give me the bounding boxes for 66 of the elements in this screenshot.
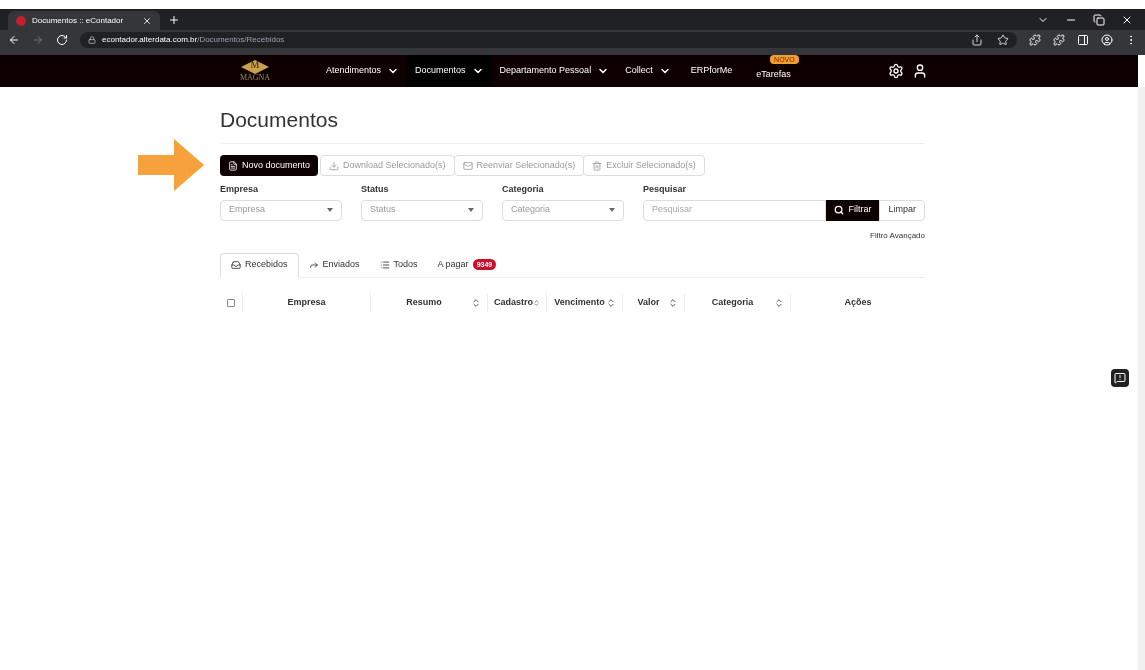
back-icon[interactable] [8,34,20,46]
column-header[interactable]: Ações [797,295,919,310]
trash-icon [592,160,603,171]
caret-icon [327,208,333,212]
list-icon [379,259,390,270]
nav-item[interactable]: Collect [617,55,679,87]
settings-icon[interactable] [888,63,904,79]
search-field[interactable]: Pesquisar [643,199,827,221]
tab-title: Documentos :: eContador [32,14,125,27]
nav-item[interactable]: Atendimentos [318,55,408,87]
side-panel-icon[interactable] [1077,34,1089,46]
tab[interactable]: Todos [369,252,428,277]
tab[interactable]: Enviados [298,252,370,277]
address-bar[interactable]: econtador.alterdata.com.br/Documentos/Recebidos [80,32,1017,48]
nav-item[interactable]: Departamento Pessoal [491,55,618,87]
column-header[interactable]: Resumo [377,295,471,310]
feedback-button[interactable] [1111,369,1129,387]
download-icon [329,160,340,171]
close-icon[interactable] [1121,14,1133,26]
browser-tab[interactable]: Documentos :: eContador [8,11,160,30]
close-icon[interactable] [142,15,152,26]
column-header[interactable]: Vencimento [553,295,606,310]
nav-item[interactable]: Documentos [407,55,492,87]
restore-icon[interactable] [1093,14,1105,26]
favicon-icon [16,15,26,26]
column-header[interactable]: Cadastro [494,295,533,310]
user-icon[interactable] [912,63,928,79]
select-all-checkbox[interactable] [227,298,235,307]
new-document-button[interactable]: Novo documento [220,155,319,176]
clear-button[interactable]: Limpar [879,199,925,221]
filter-label: Empresa [220,183,260,196]
envelope-icon [462,160,473,171]
search-icon [834,205,845,215]
sort-icon[interactable] [606,297,616,308]
tab[interactable]: Recebidos [220,252,299,278]
filter-button[interactable]: Filtrar [826,199,880,221]
column-header[interactable]: Empresa [249,295,364,310]
url-text: econtador.alterdata.com.br/Documentos/Recebidos [102,34,285,46]
filter-label: Categoria [502,183,545,196]
reload-icon[interactable] [56,34,68,46]
caret-icon [468,208,474,212]
bookmark-icon[interactable] [997,34,1009,46]
page-title: Documentos [220,107,339,133]
caret-icon [609,208,615,212]
column-header[interactable]: Valor [629,295,668,310]
sort-icon[interactable] [774,297,784,308]
extensions-icon[interactable] [1053,34,1065,46]
filter-label: Pesquisar [643,183,688,196]
sort-icon[interactable] [533,297,540,308]
forward-arrow-icon [308,259,319,270]
sort-icon[interactable] [668,297,678,308]
share-icon[interactable] [971,34,983,46]
new-tab-icon[interactable] [168,14,180,26]
nav-item[interactable]: ERPforMe [678,55,745,87]
extension-icon[interactable] [1029,34,1041,46]
advanced-filter-link[interactable]: Filtro Avançado [870,229,925,242]
profile-icon[interactable] [1101,34,1113,46]
lock-icon [88,36,96,44]
file-icon [228,160,238,171]
arrow-icon [138,139,204,191]
filter-label: Status [361,183,390,196]
sort-icon[interactable] [471,297,481,308]
scrollbar[interactable] [1138,87,1145,670]
inbox-icon [231,260,241,270]
column-header[interactable]: Categoria [691,295,774,310]
magna-logo[interactable]: M MAGNA [240,55,270,87]
